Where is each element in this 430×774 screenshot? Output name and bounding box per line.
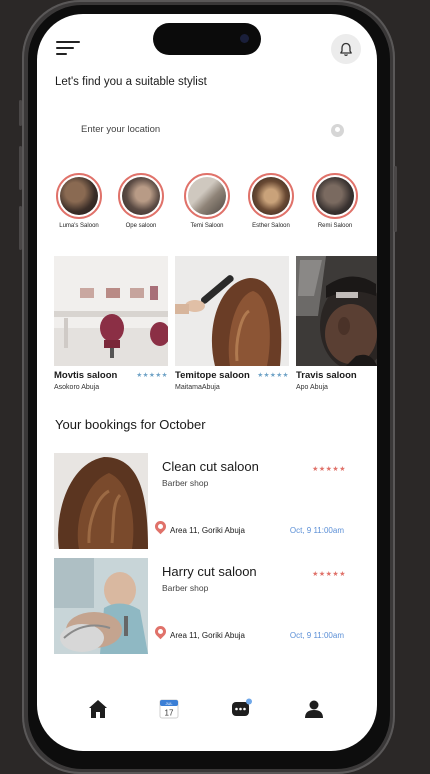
rating-stars: ★★★★★ <box>257 372 289 379</box>
salon-avatar <box>252 177 290 215</box>
rating-stars: ★★★★★ <box>136 372 168 379</box>
dynamic-island <box>153 23 261 55</box>
calendar-month: JUL <box>165 701 173 706</box>
booking-date: Oct, 9 11:00am <box>289 526 344 535</box>
calendar-icon[interactable]: JUL 17 <box>158 698 180 720</box>
salon-location: Asokoro Abuja <box>54 384 100 391</box>
rating-stars: ★★★★★ <box>312 571 346 578</box>
booking-card-clean-cut[interactable]: Clean cut saloon Barber shop ★★★★★ Area … <box>54 453 354 549</box>
notification-bell-icon[interactable] <box>331 34 361 64</box>
rating-stars: ★★★★★ <box>312 466 346 473</box>
booking-date: Oct, 9 11:00am <box>289 631 344 640</box>
salon-photo <box>296 256 377 366</box>
story-item-ope-saloon[interactable]: Ope saloon <box>115 173 167 229</box>
salon-photo <box>175 256 289 366</box>
story-item-remi-saloon[interactable]: Remi Saloon <box>309 173 361 229</box>
salon-photo <box>54 256 168 366</box>
booking-salon-name: Harry cut saloon <box>162 564 257 579</box>
location-pin-icon[interactable] <box>331 124 344 137</box>
story-label: Ope saloon <box>125 223 157 229</box>
salon-card-travis[interactable]: Travis saloon Apo Abuja <box>296 256 377 391</box>
salon-card-temitope[interactable]: Temitope saloon MaitamaAbuja ★★★★★ <box>175 256 289 391</box>
salon-avatar <box>60 177 98 215</box>
booking-salon-type: Barber shop <box>162 478 209 488</box>
booking-salon-name: Clean cut saloon <box>162 459 259 474</box>
salon-card-movtis[interactable]: Movtis saloon Asokoro Abuja ★★★★★ <box>54 256 168 391</box>
booking-address: Area 11, Goriki Abuja <box>170 526 246 535</box>
story-item-lumas-saloon[interactable]: Luma's Saloon <box>53 173 105 229</box>
booking-salon-type: Barber shop <box>162 583 209 593</box>
salon-location: Apo Abuja <box>296 384 328 391</box>
camera-icon <box>240 34 249 43</box>
location-search <box>55 116 355 146</box>
booking-photo <box>54 558 148 654</box>
story-item-esther-saloon[interactable]: Esther Saloon <box>245 173 297 229</box>
story-label: Esther Saloon <box>252 223 290 229</box>
salon-name: Temitope saloon <box>175 370 250 381</box>
calendar-day: 17 <box>165 709 174 718</box>
volume-down-button <box>19 206 22 250</box>
app-screen: Let's find you a suitable stylist Luma's… <box>37 14 377 751</box>
action-button <box>19 100 22 126</box>
volume-up-button <box>19 146 22 190</box>
power-button <box>394 166 397 232</box>
salon-name: Movtis saloon <box>54 370 118 381</box>
story-item-temi-saloon[interactable]: Temi Saloon <box>181 173 233 229</box>
bottom-tab-bar: JUL 17 <box>37 692 377 726</box>
bookings-section-title: Your bookings for October <box>55 417 206 432</box>
salon-avatar <box>122 177 160 215</box>
location-pin-icon <box>152 623 169 640</box>
salon-name: Travis saloon <box>296 370 357 381</box>
messages-icon[interactable] <box>230 698 252 720</box>
booking-card-harry-cut[interactable]: Harry cut saloon Barber shop ★★★★★ Area … <box>54 558 354 654</box>
salon-location: MaitamaAbuja <box>175 384 220 391</box>
booking-photo <box>54 453 148 549</box>
location-input[interactable] <box>79 123 323 136</box>
home-icon[interactable] <box>87 698 109 720</box>
salon-avatar <box>188 177 226 215</box>
menu-icon[interactable] <box>56 41 82 57</box>
location-pin-icon <box>152 518 169 535</box>
booking-address: Area 11, Goriki Abuja <box>170 631 246 640</box>
story-label: Luma's Saloon <box>59 223 99 229</box>
story-label: Remi Saloon <box>317 223 353 229</box>
page-greeting: Let's find you a suitable stylist <box>55 76 207 88</box>
salon-avatar <box>316 177 354 215</box>
profile-icon[interactable] <box>303 698 325 720</box>
story-label: Temi Saloon <box>190 223 224 229</box>
